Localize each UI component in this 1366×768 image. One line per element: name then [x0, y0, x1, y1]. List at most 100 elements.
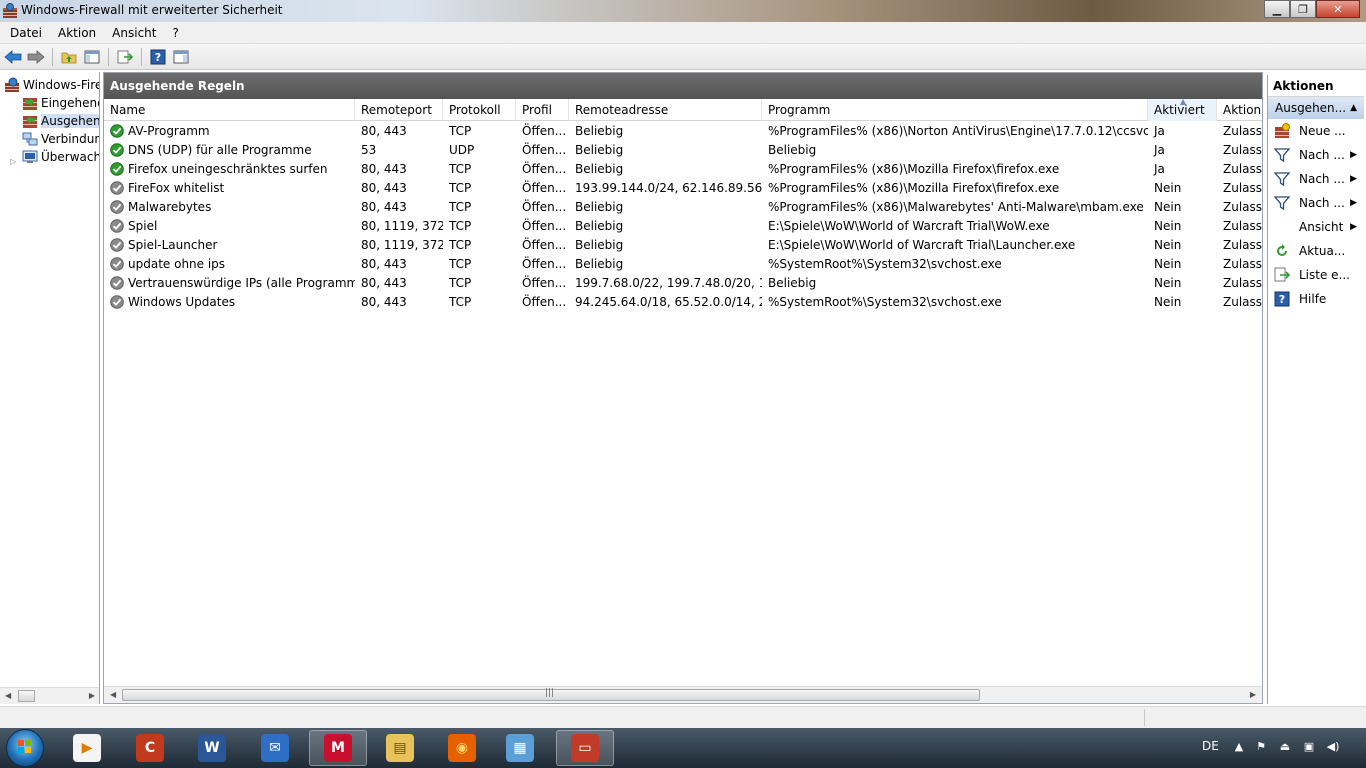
scroll-left-icon[interactable]: ◀: [5, 691, 11, 700]
show-hide-tree-icon[interactable]: [82, 47, 102, 67]
scroll-left-icon[interactable]: ◀: [110, 690, 116, 699]
maximize-button[interactable]: ❐: [1290, 0, 1316, 18]
taskbar-app[interactable]: W: [183, 730, 241, 766]
action-item[interactable]: Nach ... ▶: [1268, 143, 1364, 167]
table-row[interactable]: Windows Updates 80, 443 TCP Öffen... 94.245.…: [104, 292, 1262, 311]
taskbar-app[interactable]: C: [121, 730, 179, 766]
actions-title: Aktionen: [1268, 75, 1364, 97]
cell-remoteadresse: Beliebig: [575, 161, 624, 176]
scroll-thumb[interactable]: |||: [122, 688, 980, 701]
taskbar-app[interactable]: M: [309, 730, 367, 766]
tree-item-inbound-rules[interactable]: Eingehende Regeln: [22, 94, 99, 112]
cell-remoteadresse: Beliebig: [575, 237, 624, 252]
rule-name: Windows Updates: [128, 294, 236, 309]
submenu-arrow-icon: ▶: [1350, 222, 1357, 232]
cell-aktion: Zulassen: [1223, 161, 1262, 176]
taskbar-app[interactable]: ▦: [491, 730, 549, 766]
taskbar-app[interactable]: ▭: [556, 730, 614, 766]
menu-ansicht[interactable]: Ansicht: [104, 26, 164, 40]
tree-item-monitoring[interactable]: Überwachung: [22, 148, 99, 166]
photos-icon: ▦: [506, 734, 534, 762]
actions-section-header[interactable]: Ausgehen... ▲: [1268, 97, 1364, 119]
column-header-remoteadresse[interactable]: Remoteadresse: [569, 99, 762, 121]
table-row[interactable]: AV-Programm 80, 443 TCP Öffen... Beliebig %Pr…: [104, 121, 1262, 140]
up-folder-icon[interactable]: [59, 47, 79, 67]
explorer-icon: ▤: [386, 734, 414, 762]
column-header-profil[interactable]: Profil: [516, 99, 569, 121]
cell-remoteport: 80, 1119, 372...: [361, 218, 443, 233]
action-item[interactable]: Nach ... ▶: [1268, 191, 1364, 215]
start-button[interactable]: [6, 729, 44, 767]
cell-aktion: Zulassen: [1223, 294, 1262, 309]
taskbar-app[interactable]: ◉: [433, 730, 491, 766]
collapse-icon[interactable]: ▲: [1350, 103, 1357, 113]
rules-horizontal-scrollbar[interactable]: ◀ ||| ▶: [104, 686, 1262, 703]
network-icon[interactable]: ▣: [1302, 740, 1316, 754]
inbound-rules-icon: [23, 98, 37, 110]
menu-bar: Datei Aktion Ansicht ?: [0, 22, 1366, 44]
action-label: Nach ...: [1299, 196, 1345, 210]
menu-aktion[interactable]: Aktion: [50, 26, 104, 40]
scroll-right-icon[interactable]: ▶: [89, 691, 95, 700]
taskbar-app[interactable]: ▤: [371, 730, 429, 766]
minimize-button[interactable]: ▁: [1264, 0, 1290, 18]
column-header-aktion[interactable]: Aktion: [1217, 99, 1262, 121]
table-row[interactable]: Malwarebytes 80, 443 TCP Öffen... Beliebig %P…: [104, 197, 1262, 216]
language-indicator[interactable]: DE: [1202, 739, 1219, 753]
action-item[interactable]: Nach ... ▶: [1268, 167, 1364, 191]
status-separator: [1144, 709, 1145, 726]
menu-datei[interactable]: Datei: [2, 26, 50, 40]
tree-item-outbound-rules[interactable]: Ausgehende Regeln: [22, 112, 99, 130]
taskbar-app[interactable]: ▶: [58, 730, 116, 766]
column-header-aktiviert[interactable]: ▲ Aktiviert: [1148, 99, 1217, 121]
cell-remoteport: 80, 443: [361, 123, 407, 138]
column-header-protokoll[interactable]: Protokoll: [443, 99, 516, 121]
close-button[interactable]: ✕: [1316, 0, 1360, 18]
cell-programm: %SystemRoot%\System32\svchost.exe: [768, 256, 1002, 271]
cell-protokoll: TCP: [449, 199, 472, 214]
column-header-programm[interactable]: Programm: [762, 99, 1148, 121]
column-header-remoteport[interactable]: Remoteport: [355, 99, 443, 121]
rule-name: Firefox uneingeschränktes surfen: [128, 161, 328, 176]
tree-label: Ausgehende Regeln: [41, 114, 99, 128]
show-hide-action-pane-icon[interactable]: [171, 47, 191, 67]
table-row[interactable]: update ohne ips 80, 443 TCP Öffen... Beliebi…: [104, 254, 1262, 273]
rule-name: AV-Programm: [128, 123, 210, 138]
table-row[interactable]: Spiel 80, 1119, 372... TCP Öffen... Beliebig…: [104, 216, 1262, 235]
tree-item-root[interactable]: Windows-Firewall mit erweiterter Sicherh…: [4, 76, 99, 94]
scroll-thumb[interactable]: [18, 690, 35, 702]
tree-expand-arrow[interactable]: ▷: [10, 157, 16, 166]
table-row[interactable]: DNS (UDP) für alle Programme 53 UDP Öffen..…: [104, 140, 1262, 159]
table-row[interactable]: Spiel-Launcher 80, 1119, 372... TCP Öffen..…: [104, 235, 1262, 254]
safely-remove-icon[interactable]: ⏏: [1278, 740, 1292, 754]
help-icon: ?: [1274, 291, 1290, 307]
back-icon[interactable]: [3, 47, 23, 67]
column-header-name[interactable]: Name: [104, 99, 355, 121]
cell-remoteport: 80, 443: [361, 180, 407, 195]
volume-icon[interactable]: ◀): [1326, 740, 1340, 754]
action-item[interactable]: ? Hilfe: [1268, 287, 1364, 311]
connection-security-icon: [22, 132, 38, 146]
action-item[interactable]: Aktua...: [1268, 239, 1364, 263]
tree-item-connection-security[interactable]: Verbindungssicherheitsregeln: [22, 130, 99, 148]
cell-protokoll: TCP: [449, 294, 472, 309]
action-item[interactable]: Liste e...: [1268, 263, 1364, 287]
show-hidden-icons-icon[interactable]: ▲: [1232, 740, 1246, 754]
title-bar: Windows-Firewall mit erweiterter Sicherh…: [0, 0, 1366, 22]
filter-icon: [1274, 196, 1290, 211]
action-center-flag-icon[interactable]: ⚑: [1254, 740, 1268, 754]
help-icon[interactable]: ?: [148, 47, 168, 67]
action-item[interactable]: Neue ...: [1268, 119, 1364, 143]
menu-help[interactable]: ?: [164, 26, 186, 40]
table-row[interactable]: Firefox uneingeschränktes surfen 80, 443 T…: [104, 159, 1262, 178]
forward-icon[interactable]: [26, 47, 46, 67]
table-row[interactable]: FireFox whitelist 80, 443 TCP Öffen... 193.9…: [104, 178, 1262, 197]
taskbar-app[interactable]: ✉: [246, 730, 304, 766]
action-item[interactable]: Ansicht ▶: [1268, 215, 1364, 239]
tree-horizontal-scrollbar[interactable]: ◀ ▶: [0, 687, 99, 704]
table-row[interactable]: Vertrauenswürdige IPs (alle Programme) 80…: [104, 273, 1262, 292]
scroll-right-icon[interactable]: ▶: [1250, 690, 1256, 699]
cell-aktiviert: Nein: [1154, 218, 1182, 233]
tree-label: Verbindungssicherheitsregeln: [41, 132, 99, 146]
export-list-icon[interactable]: [115, 47, 135, 67]
